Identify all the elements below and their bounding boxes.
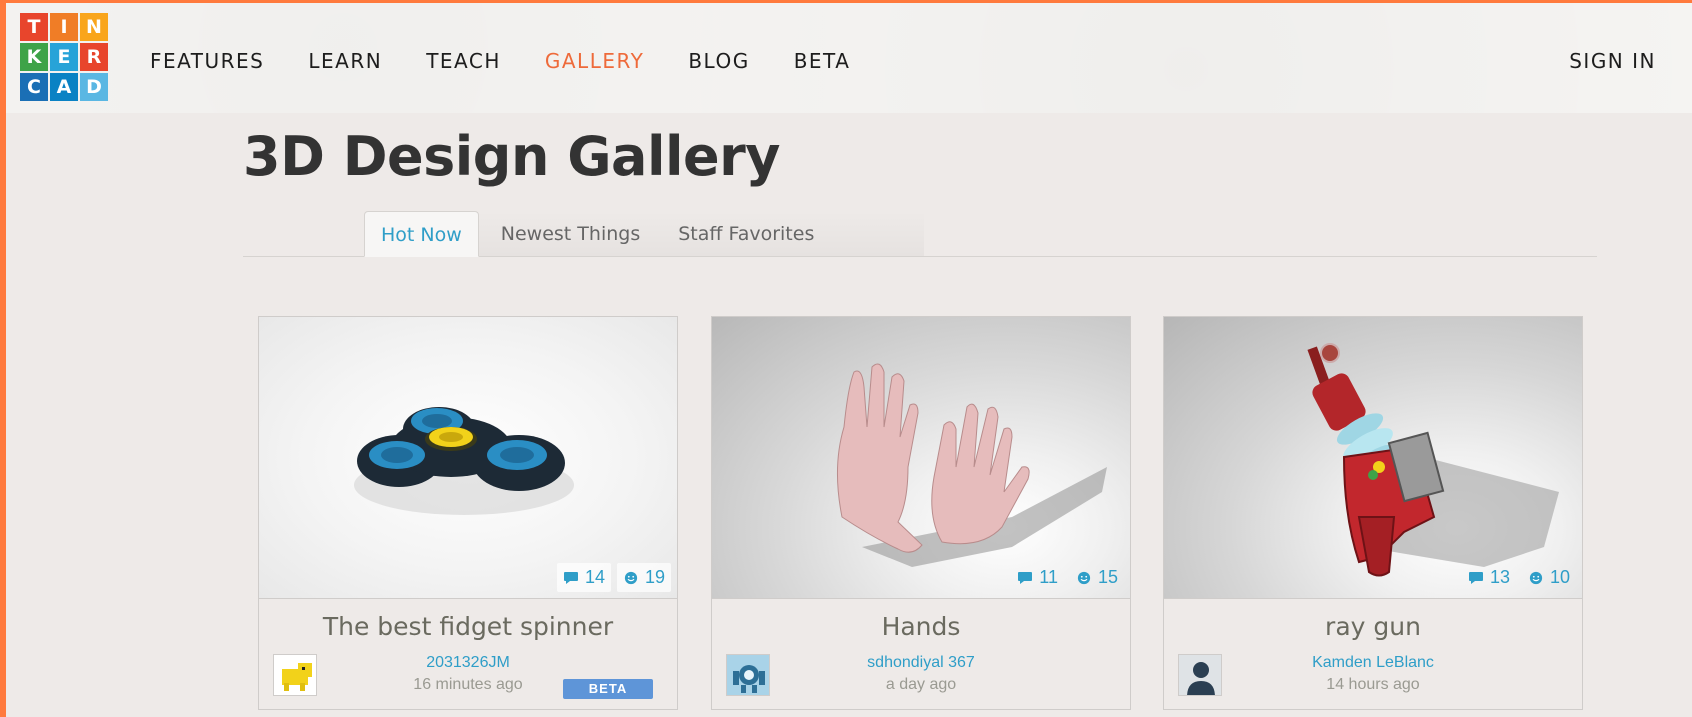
design-thumbnail-hands[interactable]: 11 15 bbox=[712, 317, 1130, 599]
like-count-value: 15 bbox=[1097, 567, 1118, 587]
comment-count-value: 11 bbox=[1039, 567, 1058, 587]
comment-icon bbox=[563, 571, 578, 584]
logo-letter: E bbox=[50, 43, 78, 71]
design-stats: 13 10 bbox=[1462, 563, 1576, 592]
tinkercad-logo[interactable]: T I N K E R C A D bbox=[20, 13, 110, 101]
logo-letter: A bbox=[50, 73, 78, 101]
design-title[interactable]: ray gun bbox=[1164, 612, 1582, 641]
nav-learn[interactable]: LEARN bbox=[308, 49, 382, 73]
comment-icon bbox=[1018, 571, 1033, 584]
nav-features[interactable]: FEATURES bbox=[150, 49, 264, 73]
logo-letter: R bbox=[80, 43, 108, 71]
top-navigation-bar: T I N K E R C A D FEATURES LEARN TEACH G… bbox=[6, 3, 1692, 113]
nav-blog[interactable]: BLOG bbox=[688, 49, 749, 73]
design-stats: 11 15 bbox=[1011, 563, 1124, 592]
logo-letter: C bbox=[20, 73, 48, 101]
comment-count-value: 13 bbox=[1489, 567, 1510, 587]
like-count: 10 bbox=[1522, 563, 1576, 592]
tab-staff-favorites[interactable]: Staff Favorites bbox=[662, 211, 830, 257]
author-name[interactable]: sdhondiyal 367 bbox=[712, 654, 1130, 672]
posted-time: 14 hours ago bbox=[1326, 676, 1420, 693]
smiley-icon bbox=[1077, 571, 1091, 584]
design-card[interactable]: 11 15 Hands sdhondiyal 367 a day ago bbox=[711, 316, 1131, 710]
logo-letter: N bbox=[80, 13, 108, 41]
page-title: 3D Design Gallery bbox=[243, 125, 780, 188]
design-thumbnail-ray-gun[interactable]: 13 10 bbox=[1164, 317, 1582, 599]
tab-newest-things[interactable]: Newest Things bbox=[485, 211, 656, 257]
logo-letter: T bbox=[20, 13, 48, 41]
design-card[interactable]: 13 10 ray gun Kamden LeBlanc 14 hours ag… bbox=[1163, 316, 1583, 710]
page: T I N K E R C A D FEATURES LEARN TEACH G… bbox=[6, 3, 1692, 717]
posted-time: a day ago bbox=[885, 676, 957, 693]
design-title[interactable]: The best fidget spinner bbox=[259, 612, 677, 641]
smiley-icon bbox=[1529, 571, 1543, 584]
author-name[interactable]: 2031326JM bbox=[259, 654, 677, 672]
like-count-value: 19 bbox=[644, 567, 665, 587]
like-count: 15 bbox=[1070, 563, 1124, 592]
smiley-icon bbox=[624, 571, 638, 584]
comment-count: 14 bbox=[556, 563, 611, 592]
like-count: 19 bbox=[616, 563, 671, 592]
logo-letter: K bbox=[20, 43, 48, 71]
fidget-spinner-image bbox=[354, 407, 574, 515]
sign-in-link[interactable]: SIGN IN bbox=[1569, 49, 1656, 73]
comment-count: 11 bbox=[1011, 563, 1064, 592]
comment-count-value: 14 bbox=[584, 567, 605, 587]
hands-image bbox=[837, 363, 1107, 567]
main-nav: FEATURES LEARN TEACH GALLERY BLOG BETA bbox=[150, 49, 850, 73]
beta-badge: BETA bbox=[563, 679, 653, 699]
author-name[interactable]: Kamden LeBlanc bbox=[1164, 654, 1582, 672]
ray-gun-image bbox=[1307, 343, 1559, 577]
design-title[interactable]: Hands bbox=[712, 612, 1130, 641]
design-stats: 14 19 bbox=[556, 563, 671, 592]
design-card[interactable]: 14 19 The best fidget spinner 2031326JM … bbox=[258, 316, 678, 710]
comment-icon bbox=[1468, 571, 1483, 584]
like-count-value: 10 bbox=[1549, 567, 1570, 587]
tab-hot-now[interactable]: Hot Now bbox=[364, 211, 479, 257]
nav-beta[interactable]: BETA bbox=[794, 49, 851, 73]
logo-letter: D bbox=[80, 73, 108, 101]
nav-teach[interactable]: TEACH bbox=[426, 49, 501, 73]
design-thumbnail-fidget-spinner[interactable]: 14 19 bbox=[259, 317, 677, 599]
gallery-tabs: Hot Now Newest Things Staff Favorites bbox=[364, 211, 830, 257]
nav-gallery[interactable]: GALLERY bbox=[545, 49, 644, 73]
logo-letter: I bbox=[50, 13, 78, 41]
comment-count: 13 bbox=[1462, 563, 1516, 592]
